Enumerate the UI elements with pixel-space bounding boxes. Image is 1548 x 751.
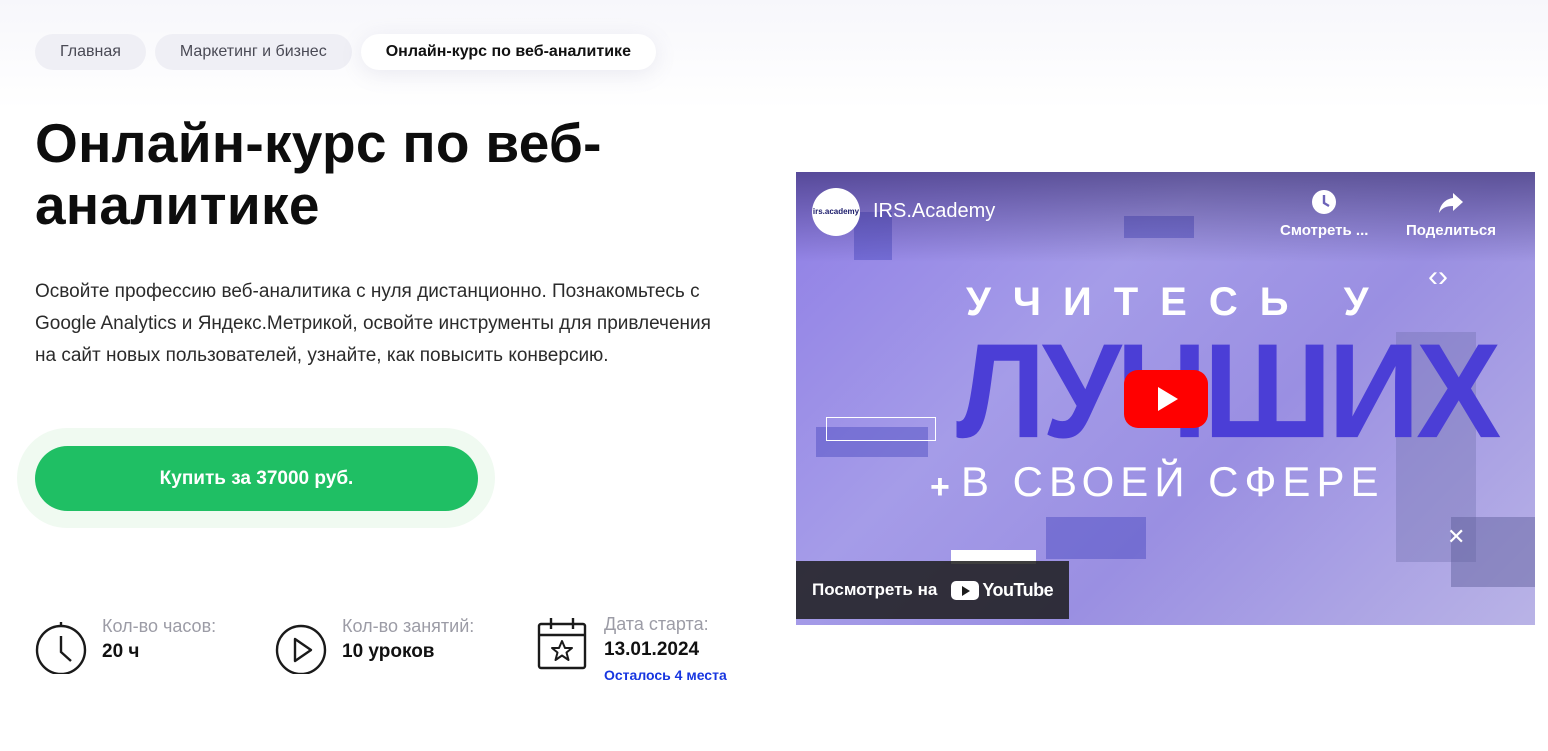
breadcrumb-home[interactable]: Главная [35,34,146,70]
video-headline-2: ЛУЧШИХ [956,316,1501,467]
channel-name[interactable]: IRS.Academy [873,200,995,223]
stat-lessons-value: 10 уроков [342,641,435,662]
buy-button[interactable]: Купить за 37000 руб. [35,446,478,511]
stat-start-label: Дата старта: [604,614,709,634]
breadcrumb-current: Онлайн-курс по веб-аналитике [360,34,656,70]
youtube-wordmark: YouTube [982,579,1054,600]
watch-later-label: Смотреть ... [1280,222,1369,239]
stat-start: Дата старта: 13.01.2024 Осталось 4 места [536,612,727,686]
watch-on-label: Посмотреть на [812,580,938,599]
course-description: Освойте профессию веб-аналитика с нуля д… [35,281,711,366]
play-circle-icon [275,624,327,674]
youtube-play-icon [951,580,980,600]
stat-hours-label: Кол-во часов: [102,616,217,636]
stat-hours: Кол-во часов: 20 ч [34,614,216,674]
share-button[interactable]: Поделиться [1406,188,1496,239]
watch-later-button[interactable]: Смотреть ... [1280,188,1368,239]
video-headline-3: В СВОЕЙ СФЕРЕ [961,458,1385,505]
video-decor-plus: + [930,468,950,506]
stat-lessons-label: Кол-во занятий: [342,616,475,636]
breadcrumb: Главная Маркетинг и бизнес Онлайн-курс п… [35,34,656,70]
breadcrumb-marketing[interactable]: Маркетинг и бизнес [154,34,352,70]
youtube-logo: YouTube [951,579,1054,601]
clock-icon [1312,190,1337,214]
clock-icon [35,622,87,674]
video-player[interactable]: irs.academy IRS.Academy Смотреть ... Под… [796,172,1535,625]
stat-hours-value: 20 ч [102,641,140,662]
video-decor-block [1046,517,1146,559]
calendar-star-icon [537,618,587,670]
play-button[interactable] [1124,370,1208,428]
seats-left-note: Осталось 4 места [604,667,727,683]
stat-start-value: 13.01.2024 [604,639,700,660]
page-title: Онлайн-курс по веб-аналитике [35,112,602,236]
share-label: Поделиться [1406,222,1497,239]
watch-on-youtube-button[interactable]: Посмотреть на YouTube [796,561,1069,619]
share-arrow-icon [1439,193,1464,213]
video-decor-cross: ✕ [1447,524,1466,549]
stat-lessons: Кол-во занятий: 10 уроков [274,614,474,674]
video-decor-rect [826,417,936,441]
channel-avatar[interactable]: irs.academy [812,188,860,236]
video-decor-arrows: ‹› [1428,260,1448,293]
